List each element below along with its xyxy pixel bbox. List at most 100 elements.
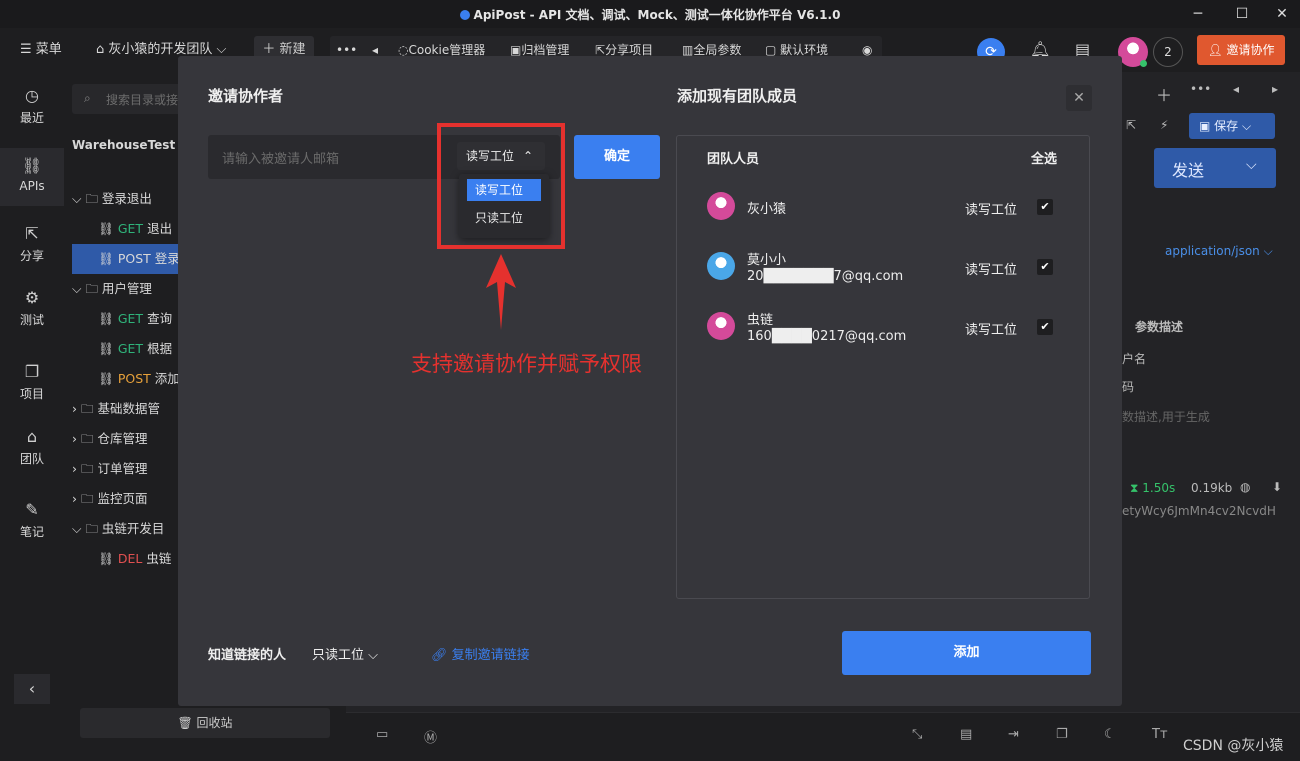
chevron-down-icon[interactable]: ⌵ <box>1246 157 1257 173</box>
tree-folder[interactable]: › 🗀︎ 订单管理 <box>72 454 182 484</box>
close-window-icon[interactable]: ✕ <box>1272 4 1292 24</box>
content-type-select[interactable]: application/json ⌵ <box>1165 244 1273 259</box>
invite-modal: 邀请协作者 请输入被邀请人邮箱 读写工位 ⌃ 读写工位 只读工位 支持邀请协作并赋… <box>178 56 1122 706</box>
user-add-icon: 👤︎ <box>1207 43 1227 57</box>
confirm-button[interactable]: 确定 <box>574 135 660 179</box>
import-icon[interactable]: ⇥ <box>1008 727 1019 742</box>
annotation-highlight-box <box>437 123 565 249</box>
tree-api[interactable]: ⛓ GET 根据 <box>72 334 182 364</box>
recycle-bin-button[interactable]: 🗑︎ 回收站 <box>80 708 330 738</box>
menu-button[interactable]: ☰ 菜单 <box>20 28 62 72</box>
member-perm[interactable]: 读写工位 <box>965 199 1017 218</box>
tree-folder[interactable]: › 🗀︎ 仓库管理 <box>72 424 182 454</box>
test-icon: ⚙ <box>24 288 40 307</box>
avatar <box>707 312 735 340</box>
link-icon: 🔗︎ <box>431 648 452 663</box>
markdown-icon[interactable]: Ⓜ <box>424 727 437 746</box>
member-checkbox[interactable]: ✔ <box>1037 259 1053 275</box>
add-tab-icon[interactable]: ＋ <box>1156 82 1172 106</box>
save-button[interactable]: ▣ 保存 ⌵ <box>1189 113 1275 139</box>
font-size-icon[interactable]: Tт <box>1152 727 1168 742</box>
add-members-title: 添加现有团队成员 <box>677 87 798 105</box>
avatar <box>707 252 735 280</box>
nav-notes[interactable]: ✎ 笔记 <box>0 500 64 540</box>
tree-folder[interactable]: › 🗀︎ 基础数据管 <box>72 394 182 424</box>
select-all[interactable]: 全选 <box>1031 148 1057 167</box>
nav-test[interactable]: ⚙ 测试 <box>0 288 64 328</box>
maximize-icon[interactable]: ☐ <box>1232 4 1252 24</box>
window-title: ApiPost - API 文档、调试、Mock、测试一体化协作平台 V6.1.… <box>0 6 1300 23</box>
member-perm[interactable]: 读写工位 <box>965 259 1017 278</box>
watermark: CSDN @灰小猿 <box>1183 738 1284 754</box>
member-perm[interactable]: 读写工位 <box>965 319 1017 338</box>
response-body-snippet: etyWcy6JmMn4cv2NcvdH <box>1122 504 1276 518</box>
chevron-down-icon: ⌵ <box>212 42 227 57</box>
link-icon: ⛓ <box>98 551 118 566</box>
copy-invite-link[interactable]: 🔗︎ 复制邀请链接 <box>431 644 530 663</box>
nav-apis[interactable]: ⛓ APIs <box>0 148 64 206</box>
member-name: 莫小小 <box>747 253 787 268</box>
tree-api[interactable]: ⛓ GET 退出 <box>72 214 182 244</box>
tree-search-input[interactable]: ⌕ 搜索目录或接 <box>72 84 192 114</box>
member-count-badge[interactable]: 2 <box>1153 37 1183 67</box>
members-header: 团队人员 <box>707 152 760 167</box>
compress-icon[interactable]: ⤡ <box>912 727 922 742</box>
tree-folder[interactable]: ⌵ 🗀︎ 登录退出 <box>72 184 182 214</box>
share-icon[interactable]: ⇱ <box>1126 118 1136 132</box>
param-row: 数描述,用于生成 <box>1122 410 1210 424</box>
member-row[interactable]: 灰小猿 读写工位 ✔ <box>707 186 1067 236</box>
code-icon[interactable]: ⚡ <box>1160 118 1168 132</box>
add-members-button[interactable]: 添加 <box>842 631 1091 675</box>
tree-api[interactable]: ⛓ DEL 虫链 <box>72 544 182 574</box>
nav-share[interactable]: ⇱ 分享 <box>0 224 64 264</box>
member-email: 20███████7@qq.com <box>747 269 904 284</box>
link-icon: ⛓ <box>98 311 118 326</box>
param-row: 码 <box>1122 380 1135 394</box>
member-name: 灰小猿 <box>747 202 787 217</box>
globe-icon[interactable]: ◍ <box>1240 480 1250 494</box>
link-icon: ⛓ <box>98 251 118 266</box>
link-access-label: 知道链接的人 <box>208 648 287 663</box>
send-button[interactable]: 发送 ⌵ <box>1154 148 1276 188</box>
tree-api[interactable]: ⛓ POST 添加 <box>72 364 182 394</box>
copy-icon[interactable]: ❐ <box>1056 727 1068 742</box>
search-icon: ⌕ <box>84 91 91 105</box>
more-tabs-icon[interactable]: ••• <box>1190 82 1211 96</box>
nav-project[interactable]: ❐ 项目 <box>0 362 64 402</box>
member-row[interactable]: 莫小小 20███████7@qq.com 读写工位 ✔ <box>707 246 1067 296</box>
link-icon: ⛓ <box>98 221 118 236</box>
member-email: 160████0217@qq.com <box>747 329 907 344</box>
download-icon[interactable]: ⬇ <box>1272 480 1282 494</box>
annotation-text: 支持邀请协作并赋予权限 <box>411 352 642 376</box>
invite-collab-button[interactable]: 👤︎ 邀请协作 <box>1197 35 1285 65</box>
tree-api[interactable]: ⛓ GET 查询 <box>72 304 182 334</box>
collapse-icon[interactable]: ‹ <box>14 674 50 704</box>
tree-folder[interactable]: ⌵ 🗀︎ 用户管理 <box>72 274 182 304</box>
nav-recent[interactable]: ◷ 最近 <box>0 86 64 126</box>
response-time: ⧗ 1.50s <box>1130 481 1176 495</box>
team-icon: ⌂ <box>26 427 38 446</box>
member-checkbox[interactable]: ✔ <box>1037 319 1053 335</box>
tab-next-icon[interactable]: ▸ <box>1272 82 1278 96</box>
tree-api-selected[interactable]: ⛓ POST 登录 <box>72 244 182 274</box>
minimize-icon[interactable]: ─ <box>1188 4 1208 24</box>
response-size: 0.19kb <box>1191 481 1233 495</box>
moon-icon[interactable]: ☾ <box>1104 727 1116 742</box>
project-name: WarehouseTest <box>72 138 176 152</box>
bottom-bar: ▭ Ⓜ ⤡ ▤ ⇥ ❐ ☾ Tт <box>346 712 1300 761</box>
member-checkbox[interactable]: ✔ <box>1037 199 1053 215</box>
link-icon: ⛓ <box>21 156 43 175</box>
member-row[interactable]: 虫链 160████0217@qq.com 读写工位 ✔ <box>707 306 1067 356</box>
tree-folder[interactable]: › 🗀︎ 监控页面 <box>72 484 182 514</box>
link-perm-select[interactable]: 只读工位 ⌵ <box>312 644 378 663</box>
nav-team[interactable]: ⌂ 团队 <box>0 427 64 467</box>
chevron-down-icon: ⌵ <box>368 648 379 663</box>
layout-icon[interactable]: ▭ <box>376 727 388 742</box>
invite-title: 邀请协作者 <box>208 87 284 105</box>
close-icon[interactable]: ✕ <box>1066 85 1092 111</box>
title-bar: ApiPost - API 文档、调试、Mock、测试一体化协作平台 V6.1.… <box>0 0 1300 28</box>
share-icon: ⇱ <box>25 224 39 243</box>
console-icon[interactable]: ▤ <box>960 727 972 742</box>
tab-prev-icon[interactable]: ◂ <box>1233 82 1239 96</box>
tree-folder[interactable]: ⌵ 🗀︎ 虫链开发目 <box>72 514 182 544</box>
